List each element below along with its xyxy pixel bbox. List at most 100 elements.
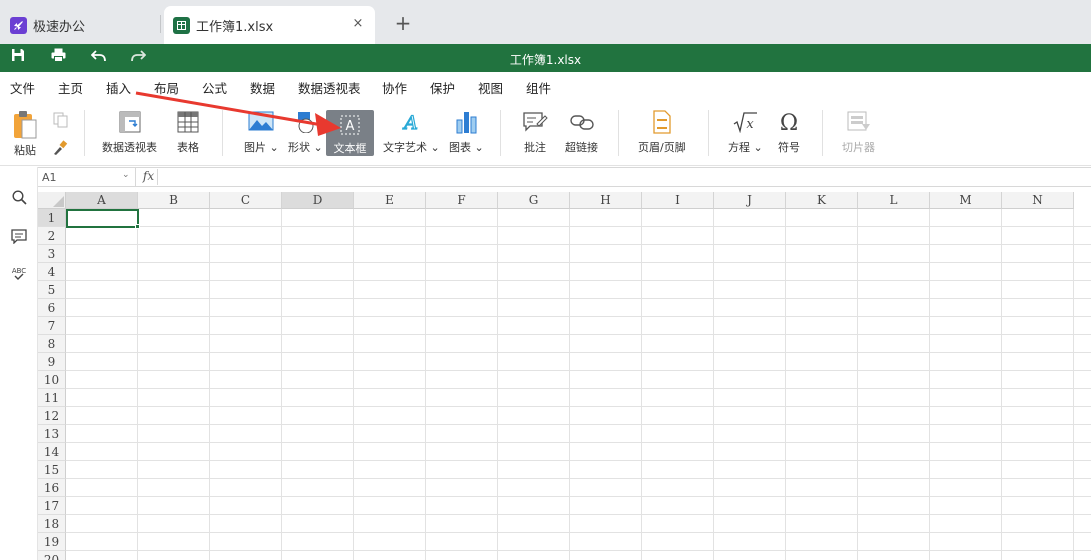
formula-bar: A1 ⌄ fx bbox=[38, 167, 1091, 187]
formula-input[interactable] bbox=[160, 168, 1088, 186]
pivot-table-button[interactable]: 数据透视表 bbox=[102, 110, 157, 155]
menu-home[interactable]: 主页 bbox=[58, 78, 83, 97]
chevron-down-icon[interactable]: ⌄ bbox=[122, 170, 130, 180]
row-header-19[interactable]: 19 bbox=[38, 533, 66, 551]
menu-components[interactable]: 组件 bbox=[526, 78, 551, 97]
row-header-6[interactable]: 6 bbox=[38, 299, 66, 317]
column-header-j[interactable]: J bbox=[714, 192, 786, 209]
row-header-14[interactable]: 14 bbox=[38, 443, 66, 461]
paste-icon bbox=[12, 110, 38, 140]
row-header-18[interactable]: 18 bbox=[38, 515, 66, 533]
browser-tab-bar: 极速办公 工作簿1.xlsx × + bbox=[0, 0, 1091, 44]
name-box[interactable]: A1 ⌄ bbox=[38, 168, 136, 186]
column-header-g[interactable]: G bbox=[498, 192, 570, 209]
grid-row-line bbox=[66, 298, 1091, 299]
picture-button[interactable]: 图片 ⌄ bbox=[244, 110, 279, 155]
grid-row-line bbox=[66, 370, 1091, 371]
menu-data[interactable]: 数据 bbox=[250, 78, 275, 97]
tab-workbook-label: 工作簿1.xlsx bbox=[196, 19, 274, 35]
row-header-13[interactable]: 13 bbox=[38, 425, 66, 443]
column-header-f[interactable]: F bbox=[426, 192, 498, 209]
row-header-12[interactable]: 12 bbox=[38, 407, 66, 425]
row-header-11[interactable]: 11 bbox=[38, 389, 66, 407]
fx-icon[interactable]: fx bbox=[140, 169, 158, 185]
header-footer-button[interactable]: 页眉/页脚 bbox=[638, 110, 686, 155]
row-header-2[interactable]: 2 bbox=[38, 227, 66, 245]
paste-label: 粘贴 bbox=[14, 144, 36, 157]
table-button[interactable]: 表格 bbox=[177, 110, 199, 155]
menu-insert[interactable]: 插入 bbox=[106, 78, 132, 102]
menu-collaborate[interactable]: 协作 bbox=[382, 78, 407, 97]
row-header-15[interactable]: 15 bbox=[38, 461, 66, 479]
column-header-b[interactable]: B bbox=[138, 192, 210, 209]
close-icon[interactable]: × bbox=[349, 15, 367, 33]
row-header-9[interactable]: 9 bbox=[38, 353, 66, 371]
row-header-8[interactable]: 8 bbox=[38, 335, 66, 353]
tab-workbook[interactable]: 工作簿1.xlsx × bbox=[164, 6, 375, 44]
menu-layout[interactable]: 布局 bbox=[154, 78, 179, 97]
row-header-16[interactable]: 16 bbox=[38, 479, 66, 497]
column-header-h[interactable]: H bbox=[570, 192, 642, 209]
grid-row-line bbox=[66, 334, 1091, 335]
ribbon-separator bbox=[618, 110, 619, 156]
comment-button[interactable]: 批注 bbox=[522, 110, 548, 155]
new-tab-button[interactable]: + bbox=[392, 11, 414, 35]
textbox-button[interactable]: A 文本框 bbox=[326, 110, 374, 156]
comment-panel-icon[interactable] bbox=[10, 227, 28, 245]
title-bar: 工作簿1.xlsx bbox=[0, 44, 1091, 72]
column-header-d[interactable]: D bbox=[282, 192, 354, 209]
wordart-button[interactable]: A 文字艺术 ⌄ bbox=[383, 110, 440, 155]
grid-row-line bbox=[66, 280, 1091, 281]
menu-protect[interactable]: 保护 bbox=[430, 78, 455, 97]
equation-label: 方程 bbox=[728, 141, 750, 154]
row-header-1[interactable]: 1 bbox=[38, 209, 66, 227]
column-header-m[interactable]: M bbox=[930, 192, 1002, 209]
row-header-4[interactable]: 4 bbox=[38, 263, 66, 281]
column-header-i[interactable]: I bbox=[642, 192, 714, 209]
row-header-17[interactable]: 17 bbox=[38, 497, 66, 515]
ribbon-separator bbox=[84, 110, 85, 156]
spellcheck-icon[interactable]: ABC bbox=[10, 265, 28, 283]
symbol-button[interactable]: Ω 符号 bbox=[777, 110, 801, 155]
column-header-n[interactable]: N bbox=[1002, 192, 1074, 209]
equation-button[interactable]: x 方程 ⌄ bbox=[728, 110, 763, 155]
copy-icon[interactable] bbox=[53, 112, 69, 131]
tab-app-home[interactable]: 极速办公 bbox=[0, 6, 160, 44]
row-header-3[interactable]: 3 bbox=[38, 245, 66, 263]
chart-icon bbox=[454, 110, 478, 134]
chart-label: 图表 bbox=[449, 141, 471, 154]
ribbon-separator bbox=[500, 110, 501, 156]
row-header-10[interactable]: 10 bbox=[38, 371, 66, 389]
format-painter-icon[interactable] bbox=[52, 140, 68, 159]
picture-icon bbox=[248, 110, 274, 134]
hyperlink-button[interactable]: 超链接 bbox=[565, 110, 598, 155]
paste-button[interactable]: 粘贴 bbox=[12, 110, 38, 158]
fill-handle[interactable] bbox=[135, 224, 140, 229]
document-title: 工作簿1.xlsx bbox=[509, 53, 582, 67]
row-header-5[interactable]: 5 bbox=[38, 281, 66, 299]
search-icon[interactable] bbox=[10, 188, 28, 206]
column-header-e[interactable]: E bbox=[354, 192, 426, 209]
slicer-icon bbox=[846, 110, 872, 134]
grid-row-line bbox=[66, 514, 1091, 515]
select-all-corner[interactable] bbox=[38, 192, 66, 209]
menu-view[interactable]: 视图 bbox=[478, 78, 503, 97]
shape-button[interactable]: 形状 ⌄ bbox=[288, 110, 323, 155]
selected-cell-a1[interactable] bbox=[66, 209, 139, 228]
menu-bar: 文件 主页 插入 布局 公式 数据 数据透视表 协作 保护 视图 组件 bbox=[0, 72, 1091, 102]
grid-row-line bbox=[66, 478, 1091, 479]
menu-file[interactable]: 文件 bbox=[10, 78, 35, 97]
menu-formula[interactable]: 公式 bbox=[202, 78, 227, 97]
row-header-20[interactable]: 20 bbox=[38, 551, 66, 560]
menu-pivot-table[interactable]: 数据透视表 bbox=[298, 78, 361, 97]
rocket-icon bbox=[10, 16, 27, 34]
wordart-label: 文字艺术 bbox=[383, 141, 427, 154]
grid-row-line bbox=[66, 388, 1091, 389]
chart-button[interactable]: 图表 ⌄ bbox=[449, 110, 484, 155]
column-header-c[interactable]: C bbox=[210, 192, 282, 209]
column-header-k[interactable]: K bbox=[786, 192, 858, 209]
spreadsheet-grid[interactable]: ABCDEFGHIJKLMN 1 2 3 4 5 6 7 8 9 10 11 12 13 14 15 16 17… bbox=[38, 192, 1091, 560]
row-header-7[interactable]: 7 bbox=[38, 317, 66, 335]
column-header-l[interactable]: L bbox=[858, 192, 930, 209]
column-header-a[interactable]: A bbox=[66, 192, 138, 209]
